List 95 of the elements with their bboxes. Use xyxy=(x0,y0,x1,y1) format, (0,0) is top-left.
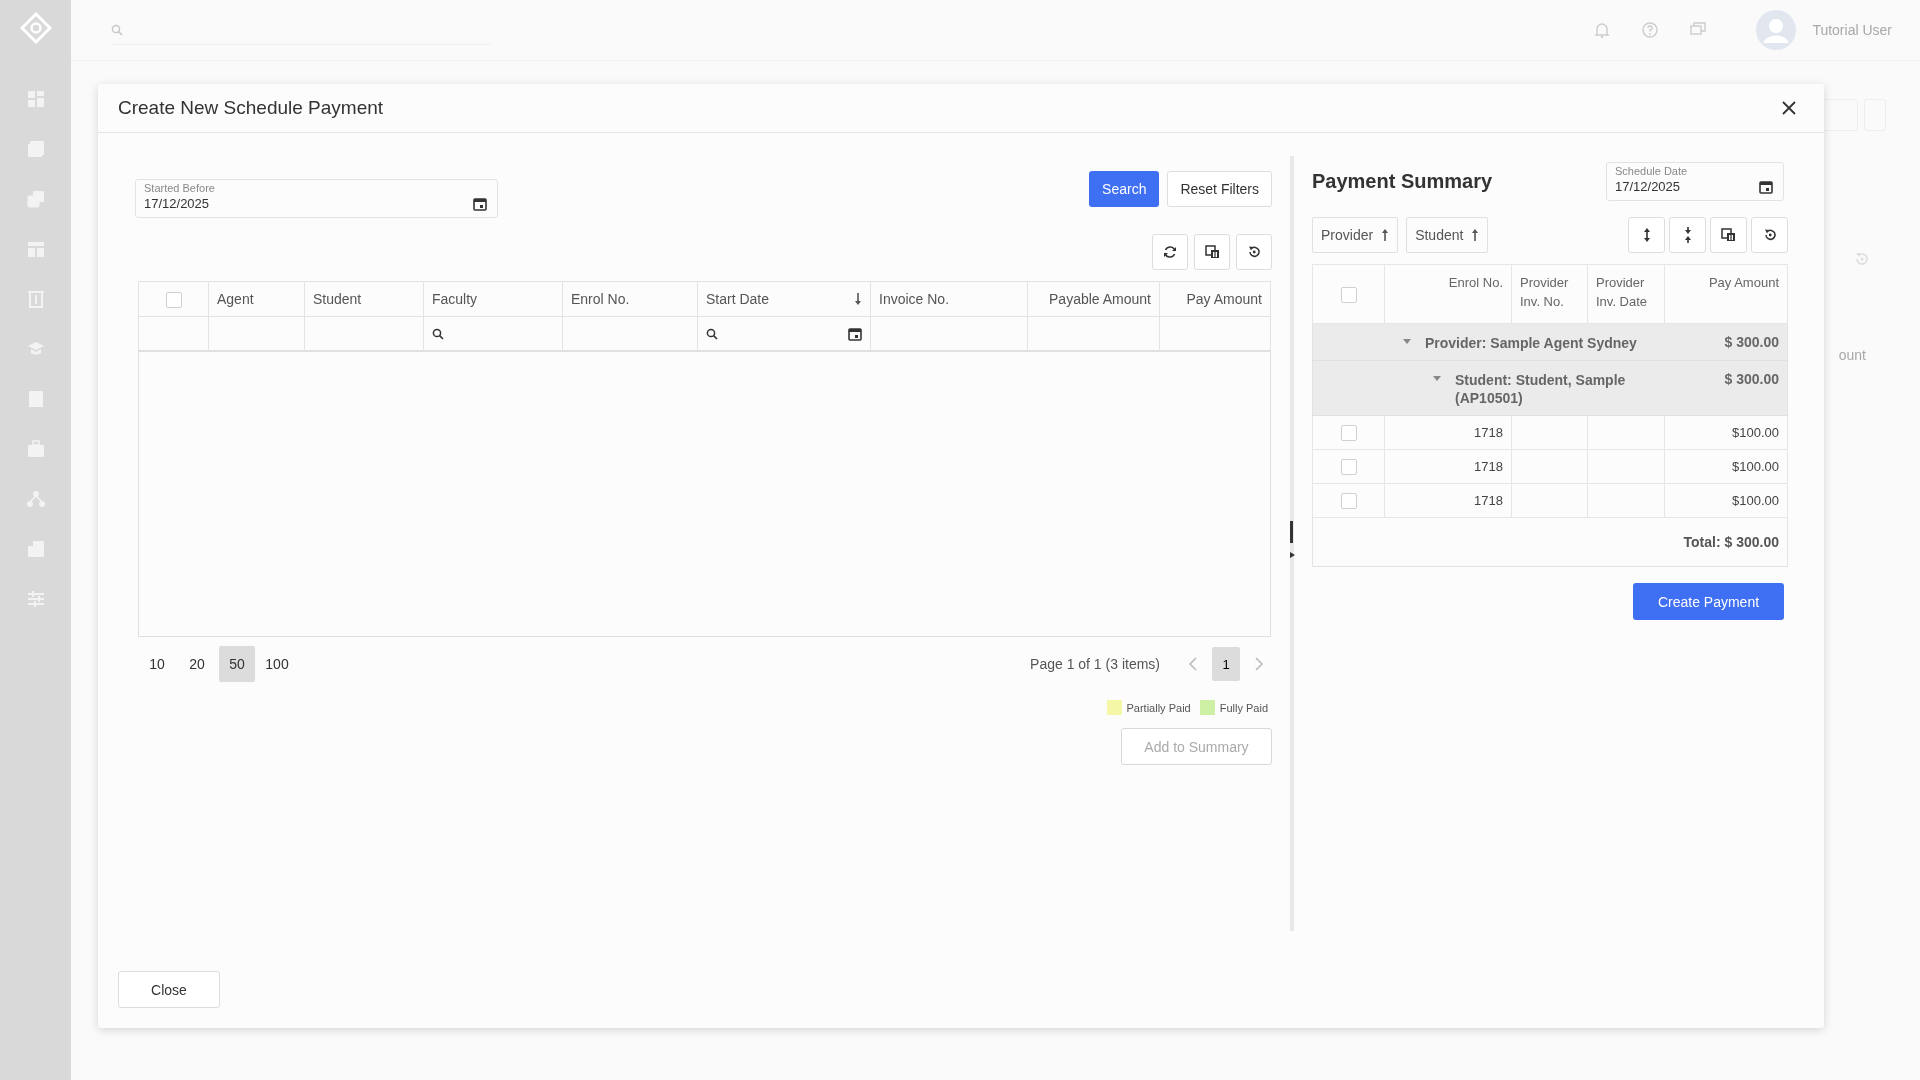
checkbox[interactable] xyxy=(165,291,182,308)
calendar-icon[interactable] xyxy=(473,197,487,211)
filter-cell[interactable] xyxy=(423,316,563,351)
group-total: $ 300.00 xyxy=(1724,371,1779,387)
caret-down-icon xyxy=(1433,376,1441,381)
sort-down-arrow-icon xyxy=(854,292,862,306)
search-icon xyxy=(706,327,718,340)
drag-handle-icon xyxy=(1290,521,1296,561)
table-cell: 1718 xyxy=(1474,493,1503,508)
network-icon[interactable] xyxy=(26,490,45,508)
column-header[interactable]: Agent xyxy=(208,281,305,317)
column-chooser-icon xyxy=(1204,245,1220,259)
column-header[interactable]: Enrol No. xyxy=(562,281,698,317)
filter-cell[interactable] xyxy=(304,316,424,351)
page-size-option[interactable]: 100 xyxy=(259,646,295,682)
filter-cell[interactable] xyxy=(1027,316,1160,351)
panel-title: Payment Summary xyxy=(1312,170,1493,193)
page-size-option[interactable]: 50 xyxy=(219,646,255,682)
create-payment-button[interactable]: Create Payment xyxy=(1633,583,1784,620)
column-header: ount xyxy=(1838,347,1866,363)
column-header[interactable]: Invoice No. xyxy=(870,281,1028,317)
group-total: $ 300.00 xyxy=(1724,334,1779,350)
group-chip[interactable]: Student xyxy=(1406,217,1489,253)
calendar-icon[interactable] xyxy=(1759,180,1773,194)
page-button[interactable]: 1 xyxy=(1212,647,1240,681)
reset-icon xyxy=(1854,251,1870,267)
page-size-option[interactable]: 20 xyxy=(179,646,215,682)
table-cell: $100.00 xyxy=(1732,459,1779,474)
checkbox[interactable] xyxy=(1340,424,1357,441)
column-header[interactable]: Student xyxy=(304,281,424,317)
previous-page-icon[interactable] xyxy=(1188,657,1198,671)
table-cell: $100.00 xyxy=(1732,493,1779,508)
briefcase-icon[interactable] xyxy=(26,440,45,458)
reset-icon xyxy=(1762,228,1777,242)
search-button[interactable]: Search xyxy=(1089,171,1160,207)
checkbox[interactable] xyxy=(1340,492,1357,509)
reset-icon xyxy=(1247,245,1261,259)
search-icon xyxy=(432,327,444,340)
column-header[interactable]: Pay Amount xyxy=(1159,281,1271,317)
filter-cell[interactable] xyxy=(562,316,698,351)
chat-icon[interactable] xyxy=(1690,22,1707,38)
field-label: Started Before xyxy=(144,182,216,195)
date-field[interactable]: Schedule Date 17/12/2025 xyxy=(1606,162,1784,201)
documents-icon[interactable] xyxy=(26,190,45,208)
table-cell: 1718 xyxy=(1474,425,1503,440)
avatar-icon[interactable] xyxy=(1756,10,1797,50)
grand-total: Total: $ 300.00 xyxy=(1683,534,1779,550)
sliders-icon[interactable] xyxy=(26,590,45,608)
refresh-icon xyxy=(1163,245,1177,259)
filter-cell[interactable] xyxy=(697,316,871,351)
column-chooser-icon xyxy=(1721,228,1736,242)
close-icon xyxy=(1782,101,1796,115)
reset-layout-button[interactable] xyxy=(1236,234,1272,270)
filter-cell[interactable] xyxy=(1159,316,1271,351)
column-header[interactable]: Start Date xyxy=(697,281,871,317)
field-value: 17/12/2025 xyxy=(1615,178,1681,196)
next-page-icon[interactable] xyxy=(1254,657,1264,671)
sort-up-arrow-icon xyxy=(1381,228,1390,242)
close-button[interactable]: Close xyxy=(118,971,220,1008)
expand-all-icon xyxy=(1641,227,1652,243)
filter-cell[interactable] xyxy=(870,316,1028,351)
collapse-all-icon xyxy=(1682,227,1693,243)
dialog-title: Create New Schedule Payment xyxy=(118,97,384,119)
filter-cell[interactable] xyxy=(208,316,305,351)
reset-filters-button[interactable]: Reset Filters xyxy=(1167,171,1272,207)
table-cell: 1718 xyxy=(1474,459,1503,474)
page-size-option[interactable]: 10 xyxy=(139,646,175,682)
checkbox[interactable] xyxy=(1340,458,1357,475)
column-chooser-button[interactable] xyxy=(1194,234,1230,270)
date-field[interactable]: Started Before 17/12/2025 xyxy=(135,179,498,218)
expand-all-button[interactable] xyxy=(1628,217,1665,253)
caret-down-icon xyxy=(1403,339,1411,344)
reset-layout-button[interactable] xyxy=(1751,217,1788,253)
legend-label: Partially Paid xyxy=(1126,701,1191,714)
sort-up-arrow-icon xyxy=(1471,228,1480,242)
field-value: 17/12/2025 xyxy=(144,195,210,213)
table-icon[interactable] xyxy=(26,240,45,258)
bell-icon[interactable] xyxy=(1594,22,1611,38)
logo-icon xyxy=(19,12,52,44)
search-icon xyxy=(111,23,123,36)
collapse-all-button[interactable] xyxy=(1669,217,1706,253)
column-header[interactable]: Payable Amount xyxy=(1027,281,1160,317)
column-chooser-button[interactable] xyxy=(1710,217,1747,253)
page-info: Page 1 of 1 (3 items) xyxy=(1030,656,1160,672)
column-header[interactable]: Faculty xyxy=(423,281,563,317)
building-icon[interactable] xyxy=(26,540,45,558)
help-icon[interactable] xyxy=(1642,22,1659,38)
checkbox[interactable] xyxy=(1340,287,1357,304)
calendar-icon[interactable] xyxy=(848,326,862,341)
group-chip[interactable]: Provider xyxy=(1312,217,1399,253)
dashboard-icon[interactable] xyxy=(26,90,45,108)
legend-label: Fully Paid xyxy=(1219,701,1268,714)
field-label: Schedule Date xyxy=(1615,165,1689,178)
table-cell: $100.00 xyxy=(1732,425,1779,440)
refresh-button[interactable] xyxy=(1152,234,1188,270)
